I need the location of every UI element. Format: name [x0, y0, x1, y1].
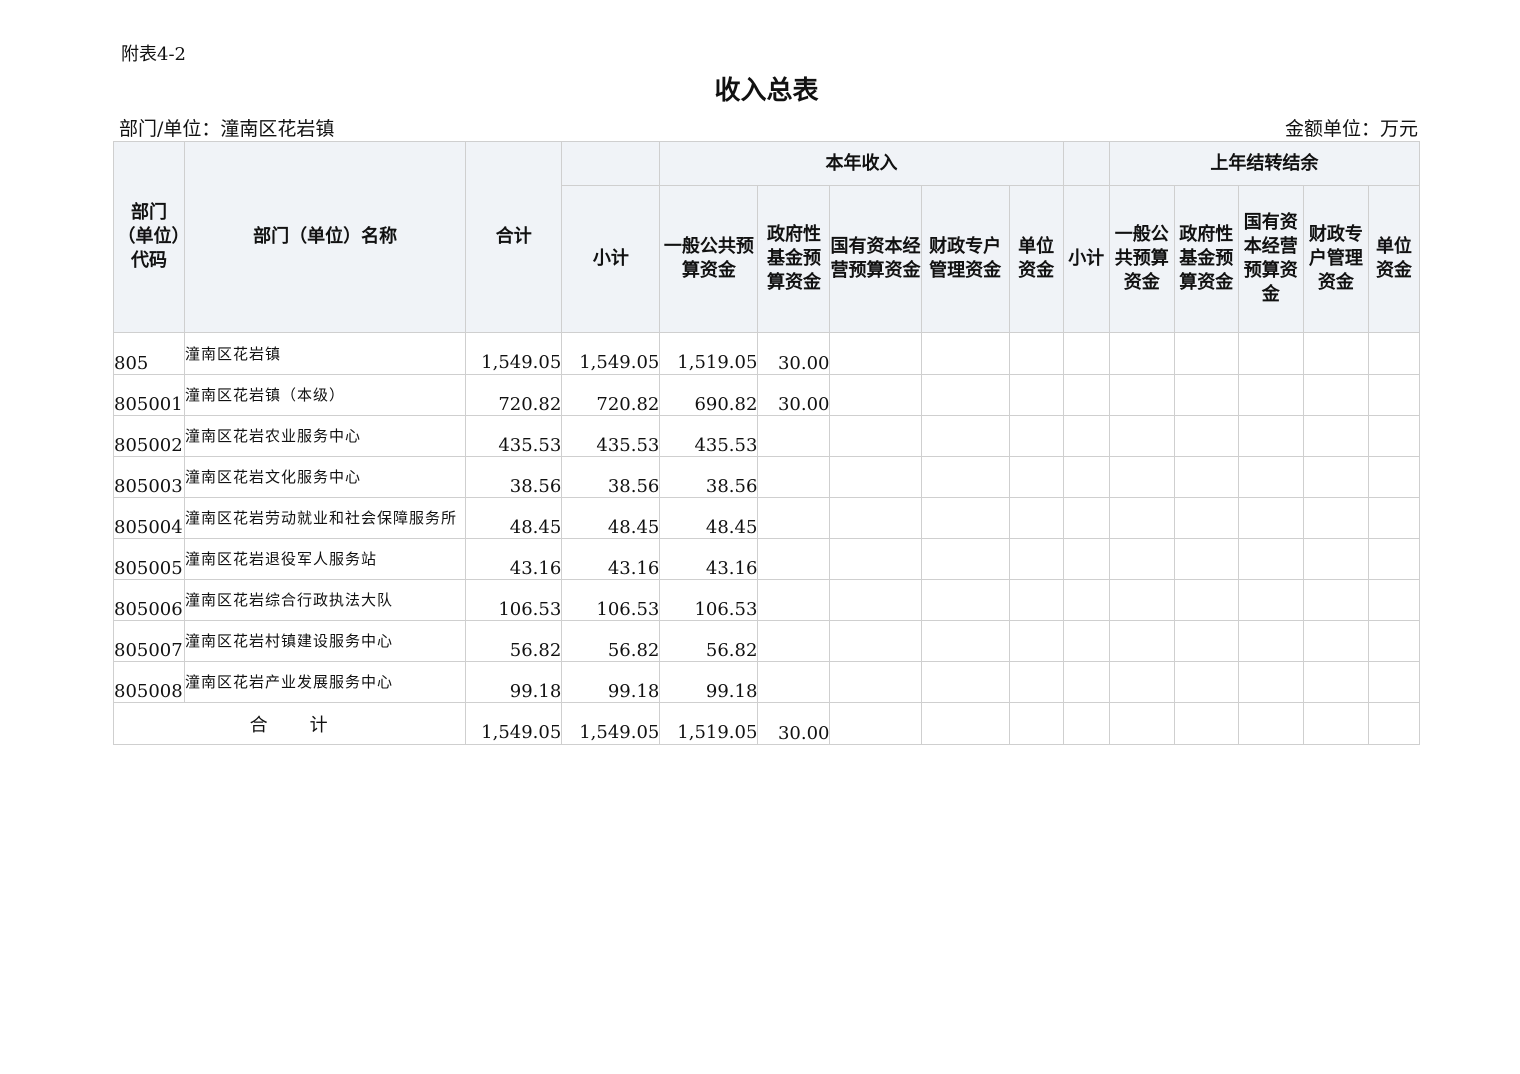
header-ty-state-capital: 国有资本经营预算资金 [829, 185, 922, 333]
row-general: 99.18 [659, 661, 759, 703]
row-code: 805007 [112, 620, 186, 662]
row-subtotal: 720.82 [561, 374, 661, 416]
row-fund [757, 661, 831, 703]
row-code: 805 [112, 332, 186, 375]
header-ty-unit: 单位资金 [1008, 185, 1064, 333]
row-fund [757, 456, 831, 498]
row-subtotal: 56.82 [561, 620, 661, 662]
row-name: 潼南区花岩镇 [184, 332, 467, 375]
row-name: 潼南区花岩村镇建设服务中心 [184, 620, 467, 662]
row-subtotal: 1,549.05 [561, 332, 661, 375]
row-name: 潼南区花岩产业发展服务中心 [184, 661, 467, 703]
row-code: 805004 [112, 497, 186, 539]
row-subtotal: 435.53 [561, 415, 661, 457]
row-total: 99.18 [465, 661, 563, 703]
header-ly-state-capital: 国有资本经营预算资金 [1237, 185, 1304, 333]
row-general: 43.16 [659, 538, 759, 580]
header-ty-fund: 政府性基金预算资金 [757, 185, 831, 333]
row-fund [757, 620, 831, 662]
row-total: 48.45 [465, 497, 563, 539]
table-row: 805004 潼南区花岩劳动就业和社会保障服务所 48.45 48.45 48.… [112, 497, 1421, 539]
header-ly-special: 财政专户管理资金 [1302, 185, 1369, 333]
total-label-b: 计 [309, 714, 330, 736]
row-subtotal: 43.16 [561, 538, 661, 580]
row-code: 805003 [112, 456, 186, 498]
total-label: 合计 [112, 702, 467, 745]
header-code: 部门（单位）代码 [112, 141, 186, 333]
row-general: 38.56 [659, 456, 759, 498]
row-general: 1,519.05 [659, 332, 759, 375]
row-fund [757, 579, 831, 621]
row-total: 720.82 [465, 374, 563, 416]
row-general: 48.45 [659, 497, 759, 539]
header-ly-fund: 政府性基金预算资金 [1173, 185, 1239, 333]
header-ly-general: 一般公共预算资金 [1108, 185, 1175, 333]
header-ty-general: 一般公共预算资金 [659, 185, 759, 333]
annex-label: 附表4-2 [121, 44, 186, 65]
total-general: 1,519.05 [659, 702, 759, 745]
row-subtotal: 106.53 [561, 579, 661, 621]
amount-unit-label: 金额单位：万元 [1284, 118, 1418, 140]
row-total: 38.56 [465, 456, 563, 498]
page-title: 收入总表 [714, 76, 819, 106]
row-code: 805006 [112, 579, 186, 621]
row-total: 435.53 [465, 415, 563, 457]
table-row: 805005 潼南区花岩退役军人服务站 43.16 43.16 43.16 [112, 538, 1421, 580]
row-name: 潼南区花岩劳动就业和社会保障服务所 [184, 497, 467, 539]
row-name: 潼南区花岩综合行政执法大队 [184, 579, 467, 621]
total-fund: 30.00 [757, 702, 831, 745]
row-code: 805008 [112, 661, 186, 703]
row-total: 106.53 [465, 579, 563, 621]
row-subtotal: 99.18 [561, 661, 661, 703]
department-label: 部门/单位：潼南区花岩镇 [119, 118, 335, 140]
row-name: 潼南区花岩镇（本级） [184, 374, 467, 416]
row-general: 56.82 [659, 620, 759, 662]
table-row: 805001 潼南区花岩镇（本级） 720.82 720.82 690.82 3… [112, 374, 1421, 416]
row-general: 106.53 [659, 579, 759, 621]
table-row: 805008 潼南区花岩产业发展服务中心 99.18 99.18 99.18 [112, 661, 1421, 703]
row-fund [757, 415, 831, 457]
row-total: 43.16 [465, 538, 563, 580]
row-name: 潼南区花岩农业服务中心 [184, 415, 467, 457]
header-name: 部门（单位）名称 [184, 141, 467, 333]
total-subtotal: 1,549.05 [561, 702, 661, 745]
row-code: 805005 [112, 538, 186, 580]
row-total: 1,549.05 [465, 332, 563, 375]
row-general: 435.53 [659, 415, 759, 457]
row-code: 805002 [112, 415, 186, 457]
header-last-year: 上年结转结余 [1108, 141, 1421, 186]
header-ty-subtotal: 小计 [561, 185, 661, 333]
total-label-a: 合 [249, 714, 270, 736]
header-ly-subtotal: 小计 [1062, 185, 1110, 333]
table-row: 805 潼南区花岩镇 1,549.05 1,549.05 1,519.05 30… [112, 332, 1421, 375]
row-subtotal: 38.56 [561, 456, 661, 498]
row-total: 56.82 [465, 620, 563, 662]
total-row: 合计 1,549.05 1,549.05 1,519.05 30.00 [112, 702, 1421, 745]
table-row: 805007 潼南区花岩村镇建设服务中心 56.82 56.82 56.82 [112, 620, 1421, 662]
row-general: 690.82 [659, 374, 759, 416]
total-total: 1,549.05 [465, 702, 563, 745]
row-fund: 30.00 [757, 374, 831, 416]
row-fund [757, 538, 831, 580]
row-name: 潼南区花岩文化服务中心 [184, 456, 467, 498]
header-ly-unit: 单位资金 [1367, 185, 1421, 333]
row-fund [757, 497, 831, 539]
table-row: 805002 潼南区花岩农业服务中心 435.53 435.53 435.53 [112, 415, 1421, 457]
header-ty-special: 财政专户管理资金 [920, 185, 1010, 333]
header-total: 合计 [465, 141, 563, 333]
row-code: 805001 [112, 374, 186, 416]
row-subtotal: 48.45 [561, 497, 661, 539]
table-row: 805003 潼南区花岩文化服务中心 38.56 38.56 38.56 [112, 456, 1421, 498]
header-spacer [1062, 141, 1110, 186]
row-name: 潼南区花岩退役军人服务站 [184, 538, 467, 580]
income-summary-table: 部门（单位）代码 部门（单位）名称 合计 本年收入 上年结转结余 小计 一般公共… [112, 141, 1421, 745]
header-spacer [561, 141, 661, 186]
header-this-year: 本年收入 [659, 141, 1064, 186]
row-fund: 30.00 [757, 332, 831, 375]
table-row: 805006 潼南区花岩综合行政执法大队 106.53 106.53 106.5… [112, 579, 1421, 621]
